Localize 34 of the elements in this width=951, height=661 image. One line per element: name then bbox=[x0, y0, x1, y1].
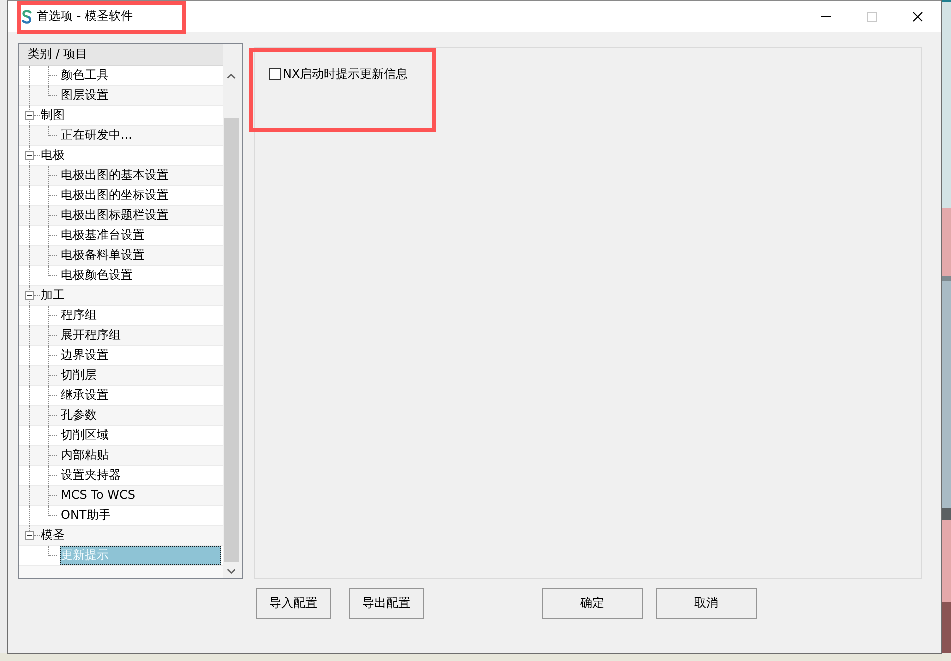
checkbox[interactable] bbox=[269, 68, 281, 80]
tree-item[interactable]: 电极出图标题栏设置 bbox=[60, 206, 171, 225]
tree-item[interactable]: 展开程序组 bbox=[60, 326, 123, 345]
cancel-button[interactable]: 取消 bbox=[656, 588, 757, 619]
tree-item[interactable]: 加工 bbox=[40, 286, 67, 305]
collapse-icon[interactable] bbox=[25, 111, 34, 120]
logo-icon bbox=[22, 10, 32, 24]
ok-button[interactable]: 确定 bbox=[542, 588, 643, 619]
tree-item[interactable]: MCS To WCS bbox=[60, 486, 138, 505]
tree-item[interactable]: 制图 bbox=[40, 106, 67, 125]
tree-line bbox=[48, 126, 58, 136]
tree-item[interactable]: 孔参数 bbox=[60, 406, 99, 425]
column-header: 类别 / 项目 bbox=[19, 44, 223, 66]
tree-item[interactable]: 电极备料单设置 bbox=[60, 246, 147, 265]
tree-item[interactable]: 切削层 bbox=[60, 366, 99, 385]
window-title: 首选项 - 模圣软件 bbox=[37, 8, 133, 25]
tree-item[interactable]: 模圣 bbox=[40, 526, 67, 545]
collapse-icon[interactable] bbox=[25, 291, 34, 300]
tree-item[interactable]: 内部粘贴 bbox=[60, 446, 111, 465]
close-icon[interactable] bbox=[913, 12, 923, 22]
tree-line bbox=[48, 546, 58, 556]
tree-item[interactable]: 程序组 bbox=[60, 306, 99, 325]
chevron-down-icon[interactable] bbox=[227, 569, 236, 574]
tree-item[interactable]: 电极出图的基本设置 bbox=[60, 166, 171, 185]
collapse-icon[interactable] bbox=[25, 151, 34, 160]
tree-item[interactable]: 正在研发中... bbox=[60, 126, 134, 145]
tree-item[interactable]: 电极 bbox=[40, 146, 67, 165]
tree-item[interactable]: 图层设置 bbox=[60, 86, 111, 105]
collapse-icon[interactable] bbox=[25, 531, 34, 540]
import-button[interactable]: 导入配置 bbox=[256, 588, 331, 619]
checkbox-label[interactable]: NX启动时提示更新信息 bbox=[283, 67, 408, 81]
export-button[interactable]: 导出配置 bbox=[349, 588, 424, 619]
scrollbar-thumb[interactable] bbox=[224, 118, 239, 562]
chevron-up-icon[interactable] bbox=[227, 74, 236, 79]
